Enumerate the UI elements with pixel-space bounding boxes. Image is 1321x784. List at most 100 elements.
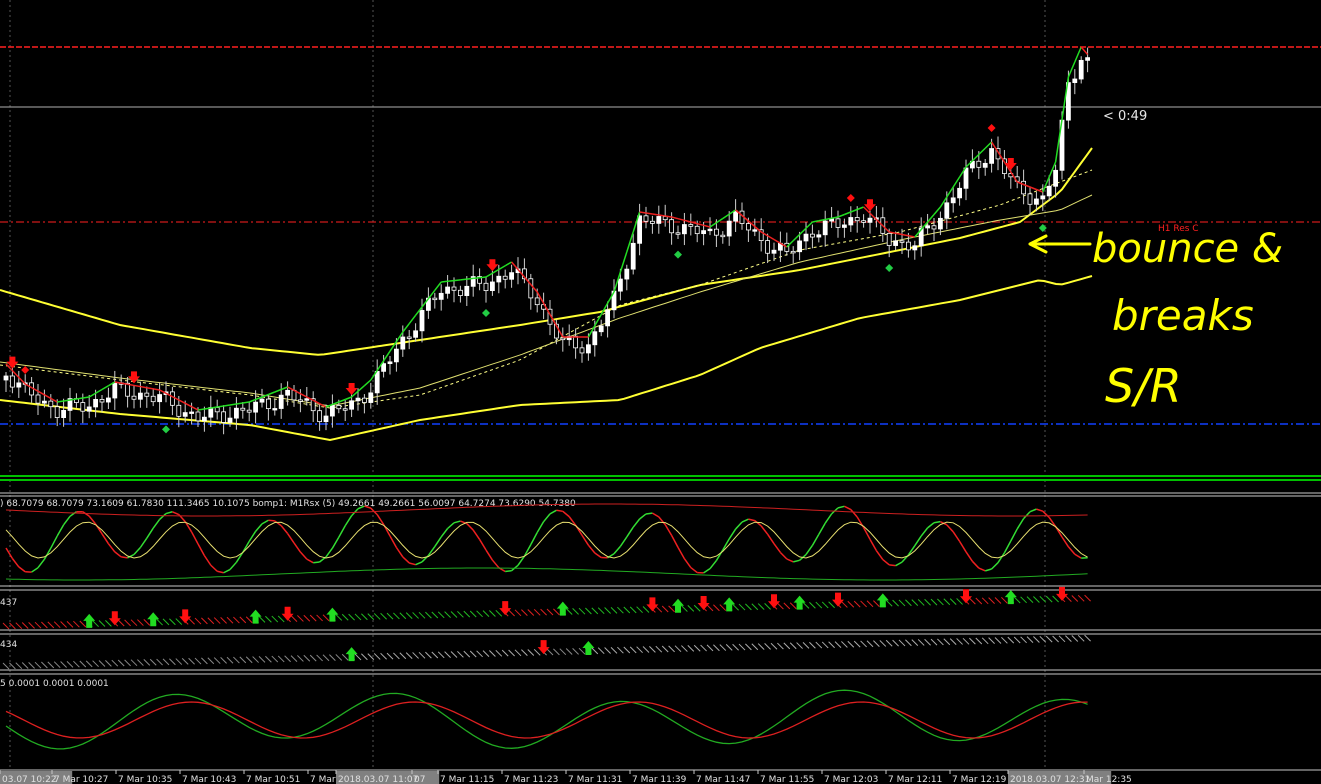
- candle-body: [432, 297, 438, 301]
- candle-body: [528, 278, 534, 299]
- candle-body: [938, 217, 943, 230]
- time-tick-label: 7 Mar: [310, 775, 336, 784]
- trend-segment: [453, 279, 461, 282]
- candle-body: [400, 336, 406, 350]
- candle-body: [99, 399, 105, 403]
- trend-segment: [447, 279, 455, 283]
- candle-body: [355, 397, 361, 402]
- candle-body: [906, 241, 911, 251]
- candle-body: [368, 392, 374, 403]
- candle-body: [931, 225, 937, 230]
- candle-body: [560, 337, 566, 341]
- time-tick-label: 7 Mar 12:19: [952, 775, 1007, 784]
- bar-timer-label: < 0:49: [1103, 109, 1147, 124]
- candle-body: [726, 220, 732, 237]
- trend-segment: [82, 396, 90, 399]
- candle-body: [976, 160, 982, 168]
- candle-body: [406, 336, 412, 339]
- candle-body: [688, 224, 694, 227]
- candle-body: [112, 382, 118, 399]
- trend-segment: [479, 276, 487, 279]
- candle-body: [278, 394, 284, 409]
- time-tick-label: 7 Mar 10:51: [246, 775, 300, 784]
- candle-body: [349, 400, 355, 410]
- candle-body: [694, 225, 700, 235]
- candle-body: [214, 407, 220, 413]
- rsx-segment: [313, 561, 320, 564]
- candle-body: [752, 229, 758, 232]
- trend-segment: [242, 401, 250, 404]
- candle-body: [169, 391, 175, 406]
- candle-body: [457, 289, 463, 296]
- trading-chart[interactable]: H1 Res C < 0:49 bounce & breaks S/R ) 68…: [0, 0, 1321, 784]
- candle-body: [509, 272, 515, 280]
- candle-body: [842, 224, 847, 228]
- candle-body: [650, 220, 655, 224]
- trend-segment: [665, 215, 672, 218]
- candle-body: [227, 417, 233, 423]
- time-tick-label: 2018.03.07 12:31: [1010, 775, 1090, 784]
- candle-body: [835, 218, 841, 228]
- candle-body: [714, 228, 719, 236]
- rsx-segment: [556, 509, 563, 513]
- candle-body: [451, 286, 457, 291]
- candle-body: [157, 394, 163, 403]
- annotation-line-1: bounce &: [1092, 226, 1283, 272]
- trend-segment: [441, 280, 448, 283]
- candle-body: [790, 250, 796, 254]
- annotation-line-2: breaks: [1112, 291, 1254, 340]
- osc-pane-title: 5 0.0001 0.0001 0.0001: [0, 679, 109, 689]
- candle-body: [957, 187, 962, 199]
- trend-segment: [645, 212, 653, 215]
- candle-body: [323, 415, 329, 423]
- trend-segment: [76, 397, 83, 400]
- candle-body: [438, 292, 444, 300]
- time-tick-label: 7 Mar 12:11: [888, 775, 942, 784]
- candle-body: [579, 347, 585, 354]
- trend-segment: [652, 213, 659, 216]
- candle-body: [771, 249, 777, 254]
- candle-body: [950, 197, 956, 204]
- candle-body: [221, 411, 227, 423]
- candle-body: [496, 275, 502, 283]
- time-tick-label: 7 Mar 12:03: [824, 775, 878, 784]
- time-tick-label: 7 Mar 11:15: [440, 775, 494, 784]
- candle-body: [944, 202, 950, 219]
- candle-body: [86, 406, 92, 412]
- candle-body: [707, 228, 713, 232]
- time-tick-label: 7 Mar 10:35: [118, 775, 172, 784]
- time-tick-label: 07: [414, 775, 425, 784]
- candle-body: [42, 400, 47, 404]
- candle-body: [413, 330, 419, 338]
- time-tick-label: 7 Mar 11:39: [632, 775, 687, 784]
- candle-body: [176, 404, 182, 417]
- candle-body: [80, 402, 86, 412]
- candle-body: [48, 400, 54, 408]
- time-tick-label: 03.07 10:22: [2, 775, 57, 784]
- candle-body: [445, 286, 451, 294]
- trend-segment: [69, 398, 77, 401]
- time-tick-label: 7 Mar 11:31: [568, 775, 622, 784]
- candle-body: [336, 405, 342, 410]
- candle-body: [329, 405, 335, 417]
- candle-body: [3, 375, 9, 381]
- trend-segment: [223, 404, 231, 407]
- candle-body: [682, 224, 687, 235]
- candle-body: [285, 389, 291, 396]
- candle-body: [61, 410, 66, 418]
- trend-segment: [658, 214, 666, 217]
- candle-body: [387, 361, 393, 365]
- trend-segment: [63, 399, 71, 402]
- rsx-segment: [121, 556, 128, 559]
- candle-body: [605, 309, 610, 327]
- rsx-pane-title: ) 68.7079 68.7079 73.1609 61.7830 111.34…: [0, 499, 576, 509]
- trend-segment: [639, 211, 647, 214]
- candle-body: [240, 407, 246, 411]
- candle-body: [573, 335, 578, 349]
- candle-body: [1027, 193, 1033, 205]
- trend-segment: [473, 276, 480, 280]
- time-tick-label: 2018.03.07 11:07: [338, 775, 418, 784]
- candle-body: [861, 220, 866, 223]
- candle-body: [1053, 169, 1058, 187]
- candle-body: [854, 217, 860, 222]
